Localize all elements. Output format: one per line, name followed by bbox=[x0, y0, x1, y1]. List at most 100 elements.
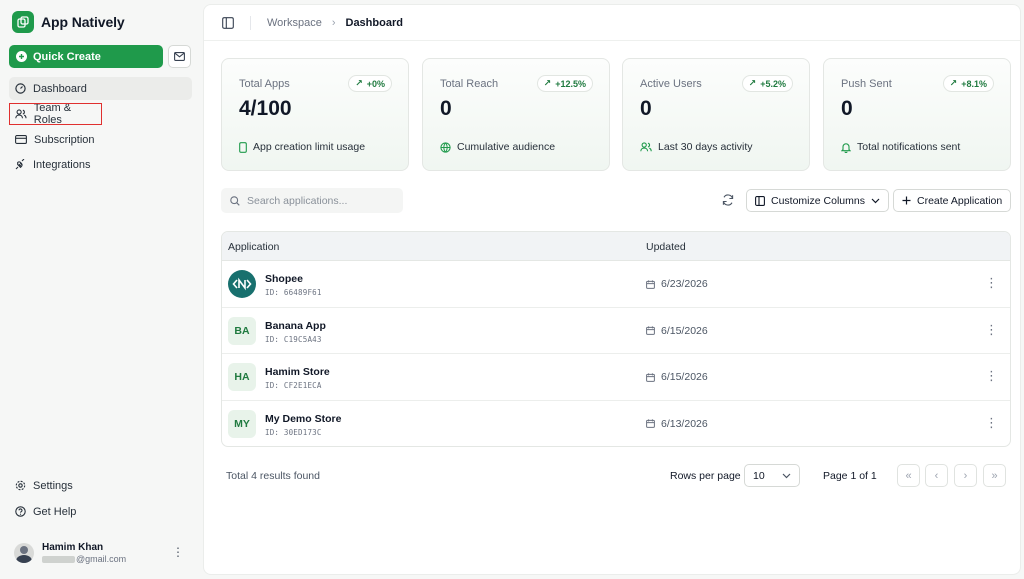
chevrons-left-icon: « bbox=[905, 469, 912, 482]
stat-card-push-sent: Push Sent ↗ +8.1% 0 Total notifications s… bbox=[823, 58, 1011, 171]
table-row[interactable]: Shopee ID: 66489F61 6/23/2026 ⋮ bbox=[222, 261, 1010, 308]
trend-value: +12.5% bbox=[555, 78, 586, 89]
users-icon bbox=[15, 109, 27, 119]
search-icon bbox=[230, 195, 240, 206]
updated-date: 6/15/2026 bbox=[646, 371, 708, 383]
chevron-down-icon bbox=[782, 473, 791, 478]
last-page-button[interactable]: » bbox=[983, 464, 1006, 487]
trending-up-icon: ↗ bbox=[748, 78, 757, 88]
topbar: Workspace › Dashboard bbox=[204, 5, 1020, 41]
user-email-domain: @gmail.com bbox=[76, 554, 127, 564]
trending-up-icon: ↗ bbox=[543, 78, 552, 88]
sidebar-item-get-help[interactable]: Get Help bbox=[9, 500, 192, 523]
search-input[interactable] bbox=[247, 194, 397, 207]
app-logo-icon bbox=[12, 11, 34, 33]
trending-up-icon: ↗ bbox=[355, 78, 363, 88]
app-name[interactable]: Banana App bbox=[265, 320, 326, 332]
stat-value: 4/100 bbox=[239, 97, 292, 120]
stat-footer: Last 30 days activity bbox=[640, 141, 753, 153]
trend-badge: ↗ +5.2% bbox=[741, 75, 793, 92]
stat-footer-text: Total notifications sent bbox=[857, 141, 961, 153]
refresh-icon[interactable] bbox=[721, 193, 735, 207]
app-id: ID: C19C5A43 bbox=[265, 334, 322, 344]
bell-icon bbox=[841, 142, 851, 153]
previous-page-button[interactable]: ‹ bbox=[925, 464, 948, 487]
create-application-button[interactable]: Create Application bbox=[893, 189, 1012, 212]
updated-date-text: 6/15/2026 bbox=[661, 324, 708, 337]
quick-create-button[interactable]: Quick Create bbox=[9, 45, 163, 68]
updated-date: 6/15/2026 bbox=[646, 325, 708, 337]
more-vertical-icon[interactable]: ⋮ bbox=[172, 546, 184, 558]
trend-value: +0% bbox=[366, 78, 385, 89]
rows-per-page-select[interactable]: 10 bbox=[744, 464, 800, 487]
chevrons-right-icon: » bbox=[991, 469, 998, 482]
sidebar-item-team-roles[interactable]: Team & Roles bbox=[9, 102, 102, 126]
columns-icon bbox=[755, 195, 765, 206]
sidebar-item-dashboard[interactable]: Dashboard bbox=[9, 77, 192, 100]
chevron-down-icon bbox=[871, 198, 880, 203]
sidebar-item-subscription[interactable]: Subscription bbox=[9, 128, 192, 151]
stat-footer: Total notifications sent bbox=[841, 141, 960, 153]
sidebar-item-label: Settings bbox=[33, 479, 73, 492]
results-count: Total 4 results found bbox=[226, 470, 320, 482]
stat-label: Total Apps bbox=[239, 78, 290, 90]
updated-date-text: 6/15/2026 bbox=[661, 371, 708, 383]
updated-date: 6/13/2026 bbox=[646, 418, 708, 430]
table-row[interactable]: MY My Demo Store ID: 30ED173C 6/13/2026 … bbox=[222, 401, 1010, 447]
app-initials-avatar: BA bbox=[228, 316, 256, 345]
gear-icon bbox=[15, 480, 26, 491]
next-page-button[interactable]: › bbox=[954, 464, 977, 487]
app-name[interactable]: Shopee bbox=[265, 273, 303, 285]
more-vertical-icon[interactable]: ⋮ bbox=[985, 416, 998, 429]
trend-badge: ↗ +12.5% bbox=[536, 75, 593, 92]
stat-card-total-reach: Total Reach ↗ +12.5% 0 Cumulative audienc… bbox=[422, 58, 610, 171]
updated-date: 6/23/2026 bbox=[646, 278, 708, 290]
sidebar-toggle-icon[interactable] bbox=[222, 16, 234, 29]
trend-value: +8.1% bbox=[961, 78, 987, 89]
trending-up-icon: ↗ bbox=[949, 78, 958, 88]
trend-badge: ↗ +0% bbox=[348, 75, 392, 92]
customize-columns-button[interactable]: Customize Columns bbox=[746, 189, 889, 212]
customize-columns-label: Customize Columns bbox=[771, 194, 865, 207]
calendar-icon bbox=[646, 419, 655, 428]
help-circle-icon bbox=[15, 506, 26, 517]
table-row[interactable]: BA Banana App ID: C19C5A43 6/15/2026 ⋮ bbox=[222, 308, 1010, 354]
user-profile[interactable]: Hamim Khan @gmail.com ⋮ bbox=[14, 540, 192, 566]
stat-footer-text: App creation limit usage bbox=[253, 141, 366, 153]
sidebar-item-label: Get Help bbox=[33, 505, 77, 518]
stat-label: Total Reach bbox=[440, 78, 499, 90]
column-header-application[interactable]: Application bbox=[228, 241, 279, 253]
app-name[interactable]: My Demo Store bbox=[265, 413, 341, 425]
sidebar-item-settings[interactable]: Settings bbox=[9, 474, 192, 497]
stat-value: 0 bbox=[640, 97, 652, 120]
more-vertical-icon[interactable]: ⋮ bbox=[985, 276, 998, 289]
inbox-button[interactable] bbox=[168, 45, 191, 68]
chevron-right-icon: › bbox=[331, 16, 336, 29]
stat-value: 0 bbox=[841, 97, 853, 120]
sidebar-item-integrations[interactable]: Integrations bbox=[9, 153, 192, 176]
search-box bbox=[221, 188, 403, 213]
more-vertical-icon[interactable]: ⋮ bbox=[985, 323, 998, 336]
globe-icon bbox=[440, 141, 451, 153]
users-icon bbox=[640, 142, 652, 152]
first-page-button[interactable]: « bbox=[897, 464, 920, 487]
stat-value: 0 bbox=[440, 97, 452, 120]
chevron-left-icon: ‹ bbox=[934, 469, 939, 482]
column-header-updated[interactable]: Updated bbox=[646, 241, 686, 253]
app-logo-icon bbox=[228, 270, 256, 298]
table-row[interactable]: HA Hamim Store ID: CF2E1ECA 6/15/2026 ⋮ bbox=[222, 354, 1010, 401]
sidebar-item-label: Integrations bbox=[33, 158, 91, 171]
more-vertical-icon[interactable]: ⋮ bbox=[985, 369, 998, 382]
sidebar-item-label: Dashboard bbox=[33, 82, 87, 95]
user-name: Hamim Khan bbox=[42, 542, 104, 553]
brand[interactable]: App Natively bbox=[12, 11, 125, 33]
plus-circle-icon bbox=[16, 51, 27, 62]
app-initials-avatar: HA bbox=[228, 363, 256, 391]
create-application-label: Create Application bbox=[917, 194, 1003, 207]
sidebar-item-label: Subscription bbox=[34, 133, 95, 146]
gauge-icon bbox=[15, 83, 26, 94]
breadcrumb-workspace[interactable]: Workspace bbox=[267, 17, 322, 29]
app-name[interactable]: Hamim Store bbox=[265, 366, 330, 378]
stat-label: Push Sent bbox=[841, 78, 892, 90]
app-id: ID: CF2E1ECA bbox=[265, 381, 322, 390]
